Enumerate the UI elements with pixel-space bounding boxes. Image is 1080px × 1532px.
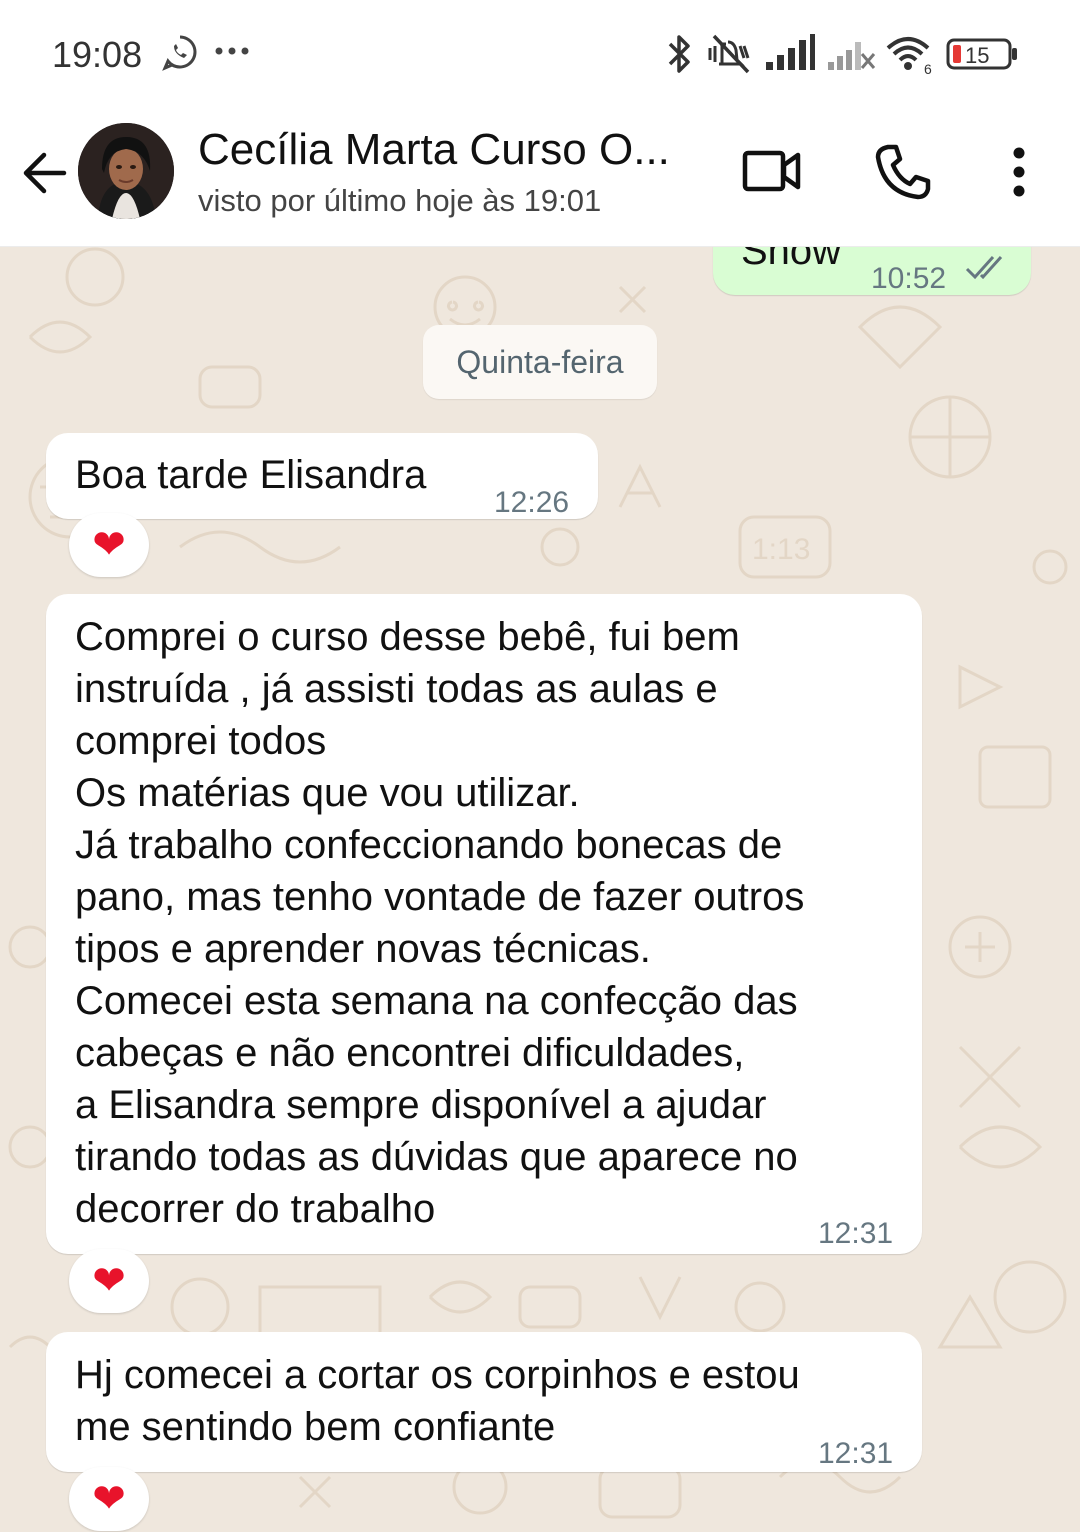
contact-avatar[interactable]	[78, 123, 174, 219]
heart-reaction-icon: ❤	[92, 522, 126, 568]
video-call-icon[interactable]	[742, 147, 802, 197]
contact-name[interactable]: Cecília Marta Curso O...	[198, 125, 698, 175]
bluetooth-icon	[668, 35, 690, 73]
heart-reaction-icon: ❤	[92, 1476, 126, 1522]
date-separator: Quinta-feira	[423, 325, 657, 399]
reaction-badge[interactable]: ❤	[69, 1249, 149, 1313]
chat-area[interactable]: 1:13 Show 10:52 Quinta-feira Boa tarde E…	[0, 247, 1080, 1532]
message-text: Comprei o curso desse bebê, fui bem inst…	[75, 615, 805, 1231]
signal-icon	[766, 34, 815, 70]
battery-icon: 15	[946, 38, 1017, 70]
incoming-message-bubble[interactable]: Hj comecei a cortar os corpinhos e estou…	[46, 1332, 922, 1472]
overflow-menu-icon[interactable]	[1006, 147, 1032, 197]
chat-header: Cecília Marta Curso O... visto por últim…	[0, 105, 1080, 247]
message-time: 10:52	[871, 262, 947, 295]
status-time: 19:08	[52, 34, 143, 75]
message-text: Hj comecei a cortar os corpinhos e estou…	[75, 1353, 800, 1449]
reaction-badge[interactable]: ❤	[69, 513, 149, 577]
vibrate-off-icon	[708, 34, 750, 74]
message-text: Show	[741, 247, 842, 273]
reaction-badge[interactable]: ❤	[69, 1467, 149, 1531]
incoming-message-bubble[interactable]: Boa tarde Elisandra 12:26	[46, 433, 598, 519]
voice-call-icon[interactable]	[874, 143, 932, 201]
signal-no-service-icon	[828, 42, 876, 70]
wifi-icon: 6	[886, 37, 932, 76]
back-arrow-icon[interactable]	[18, 145, 74, 201]
outgoing-message-bubble[interactable]: Show 10:52	[713, 247, 1031, 295]
message-time: 12:31	[818, 1437, 894, 1470]
status-bar: 19:08 6 15	[0, 0, 1080, 105]
double-check-icon	[965, 255, 1003, 280]
message-time: 12:31	[818, 1217, 894, 1250]
svg-text:1:13: 1:13	[752, 533, 810, 566]
message-time: 12:26	[494, 486, 570, 519]
whatsapp-icon	[162, 35, 197, 71]
wifi-badge: 6	[924, 61, 932, 76]
last-seen-status: visto por último hoje às 19:01	[198, 183, 602, 218]
avatar-photo	[78, 123, 174, 219]
incoming-message-bubble[interactable]: Comprei o curso desse bebê, fui bem inst…	[46, 594, 922, 1254]
more-dots-icon	[215, 47, 249, 55]
message-text: Boa tarde Elisandra	[75, 453, 427, 497]
heart-reaction-icon: ❤	[92, 1258, 126, 1304]
battery-level: 15	[965, 43, 989, 68]
whatsapp-chat-screen: 19:08 6 15 Cecília Marta Curso O... vist…	[0, 0, 1080, 1532]
